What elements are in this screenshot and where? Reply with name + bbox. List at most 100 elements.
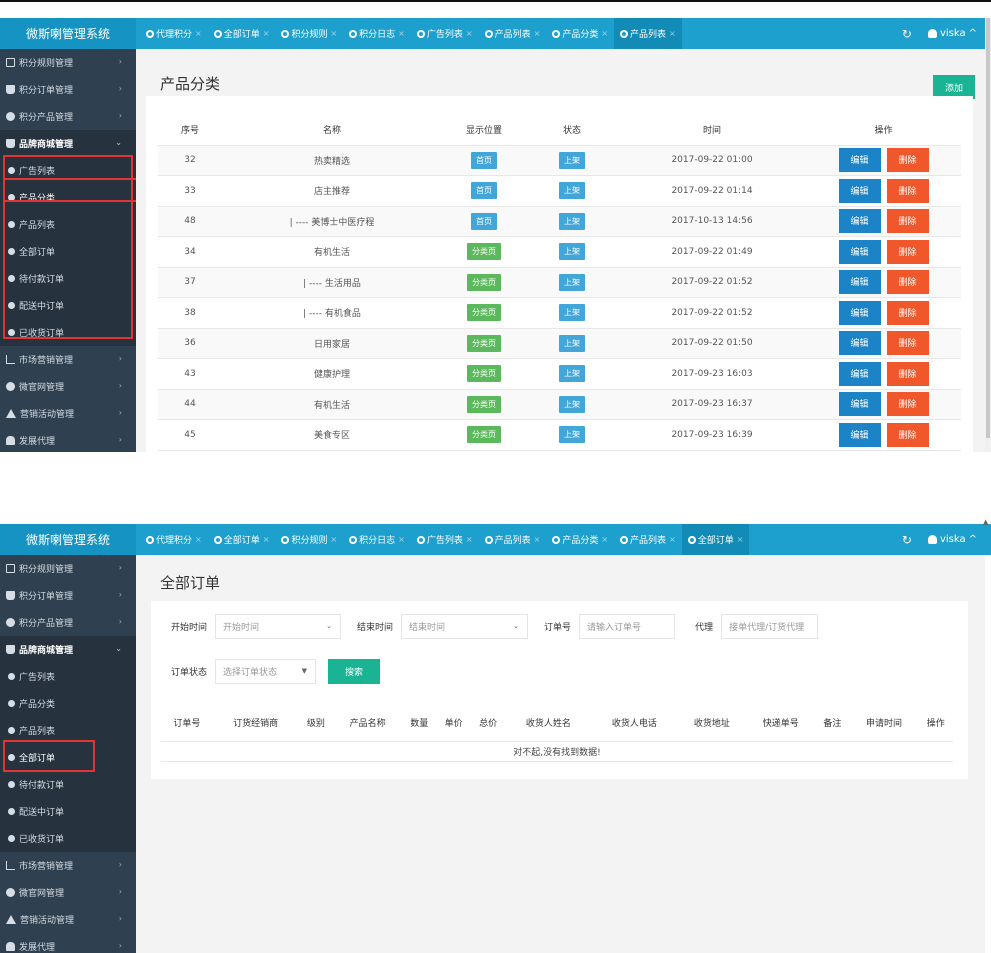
close-icon[interactable]: × [398,535,405,544]
sidebar-item-10[interactable]: 已收货订单 [0,825,136,852]
tab-3[interactable]: 积分日志 × [343,524,411,555]
sidebar-item-2[interactable]: 积分产品管理 › [0,609,136,636]
edit-button[interactable]: 编辑 [838,178,881,203]
tab-3[interactable]: 积分日志 × [343,18,411,49]
close-icon[interactable]: × [669,29,676,38]
agent-input[interactable]: 接单代理/订货代理 [721,614,819,639]
sidebar-item-9[interactable]: 配送中订单 [0,798,136,825]
edit-button[interactable]: 编辑 [838,300,881,325]
sidebar-item-1[interactable]: 积分订单管理 › [0,582,136,609]
close-icon[interactable]: × [330,535,337,544]
position-badge: 首页 [471,182,497,200]
close-icon[interactable]: × [195,29,202,38]
tab-5[interactable]: 产品列表 × [479,18,547,49]
delete-button[interactable]: 删除 [886,239,929,264]
tab-label: 产品列表 [630,536,667,546]
close-icon[interactable]: × [466,535,473,544]
scrollbar-thumb[interactable] [986,18,990,438]
sidebar-item-13[interactable]: 营销活动管理 › [0,400,136,427]
refresh-icon[interactable]: ↻ [902,27,912,41]
delete-button[interactable]: 删除 [886,178,929,203]
order-status-select[interactable]: 选择订单状态 ▼ [215,659,317,684]
cell-position: 分类页 [442,297,526,329]
sidebar-item-14[interactable]: 发展代理 › [0,933,136,953]
delete-button[interactable]: 删除 [886,392,929,417]
tab-6[interactable]: 产品分类 × [546,524,614,555]
sidebar-item-4[interactable]: 广告列表 [0,663,136,690]
circle-icon [281,29,290,38]
scroll-up-icon[interactable]: ▲ [983,518,991,528]
refresh-icon[interactable]: ↻ [902,533,912,547]
close-icon[interactable]: × [398,29,405,38]
cell-position: 分类页 [442,419,526,451]
tab-0[interactable]: 代理积分 × [140,524,208,555]
close-icon[interactable]: × [330,29,337,38]
edit-button[interactable]: 编辑 [838,209,881,234]
sidebar-item-13[interactable]: 营销活动管理 › [0,906,136,933]
close-icon[interactable]: × [466,29,473,38]
close-icon[interactable]: × [263,535,270,544]
chevron-icon: › [118,887,122,896]
close-icon[interactable]: × [534,535,541,544]
sidebar-item-14[interactable]: 发展代理 › [0,427,136,452]
close-icon[interactable]: × [601,535,608,544]
sidebar-item-8[interactable]: 待付款订单 [0,771,136,798]
delete-button[interactable]: 删除 [886,148,929,173]
sidebar-item-5[interactable]: 产品分类 [0,690,136,717]
sidebar-item-12[interactable]: 微官网管理 › [0,373,136,400]
tab-7[interactable]: 产品列表 × [614,524,682,555]
close-icon[interactable]: × [601,29,608,38]
edit-button[interactable]: 编辑 [838,392,881,417]
search-button[interactable]: 搜索 [328,659,381,684]
edit-button[interactable]: 编辑 [838,270,881,295]
scrollbar[interactable] [985,18,991,452]
close-icon[interactable]: × [669,535,676,544]
user-menu[interactable]: viska ^ [927,28,977,39]
tab-2[interactable]: 积分规则 × [275,524,343,555]
edit-button[interactable]: 编辑 [838,422,881,447]
end-time-select[interactable]: 结束时间 ⌄ [401,614,529,639]
sidebar-item-3[interactable]: 品牌商城管理 ⌄ [0,130,136,157]
sidebar-item-2[interactable]: 积分产品管理 › [0,103,136,130]
app-logo[interactable]: 微斯喇管理系统 [0,524,136,555]
tab-4[interactable]: 广告列表 × [411,524,479,555]
sidebar-item-3[interactable]: 品牌商城管理 ⌄ [0,636,136,663]
user-menu[interactable]: viska ^ [927,534,977,545]
tab-6[interactable]: 产品分类 × [546,18,614,49]
sidebar-item-12[interactable]: 微官网管理 › [0,879,136,906]
chevron-icon: › [118,435,122,444]
start-time-select[interactable]: 开始时间 ⌄ [215,614,342,639]
edit-button[interactable]: 编辑 [838,148,881,173]
sidebar-item-0[interactable]: 积分规则管理 › [0,49,136,76]
close-icon[interactable]: × [737,535,744,544]
edit-button[interactable]: 编辑 [838,239,881,264]
app-logo[interactable]: 微斯喇管理系统 [0,18,136,49]
tab-5[interactable]: 产品列表 × [479,524,547,555]
order-no-input[interactable]: 请输入订单号 [579,614,676,639]
tab-1[interactable]: 全部订单 × [208,18,276,49]
circle-icon [687,535,696,544]
tab-8[interactable]: 全部订单 × [681,524,750,555]
delete-button[interactable]: 删除 [886,209,929,234]
delete-button[interactable]: 删除 [886,270,929,295]
close-icon[interactable]: × [534,29,541,38]
delete-button[interactable]: 删除 [886,422,929,447]
tab-2[interactable]: 积分规则 × [275,18,343,49]
tab-0[interactable]: 代理积分 × [140,18,208,49]
close-icon[interactable]: × [195,535,202,544]
tab-1[interactable]: 全部订单 × [208,524,276,555]
close-icon[interactable]: × [263,29,270,38]
tab-7[interactable]: 产品列表 × [614,18,682,49]
delete-button[interactable]: 删除 [886,331,929,356]
sidebar-item-0[interactable]: 积分规则管理 › [0,555,136,582]
status-badge: 上架 [559,243,585,261]
edit-button[interactable]: 编辑 [838,331,881,356]
sidebar-item-1[interactable]: 积分订单管理 › [0,76,136,103]
edit-button[interactable]: 编辑 [838,361,881,386]
delete-button[interactable]: 删除 [886,300,929,325]
circle-icon [146,29,154,38]
sidebar-item-11[interactable]: 市场营销管理 › [0,852,136,879]
sidebar-item-11[interactable]: 市场营销管理 › [0,346,136,373]
delete-button[interactable]: 删除 [886,361,929,386]
tab-4[interactable]: 广告列表 × [411,18,479,49]
